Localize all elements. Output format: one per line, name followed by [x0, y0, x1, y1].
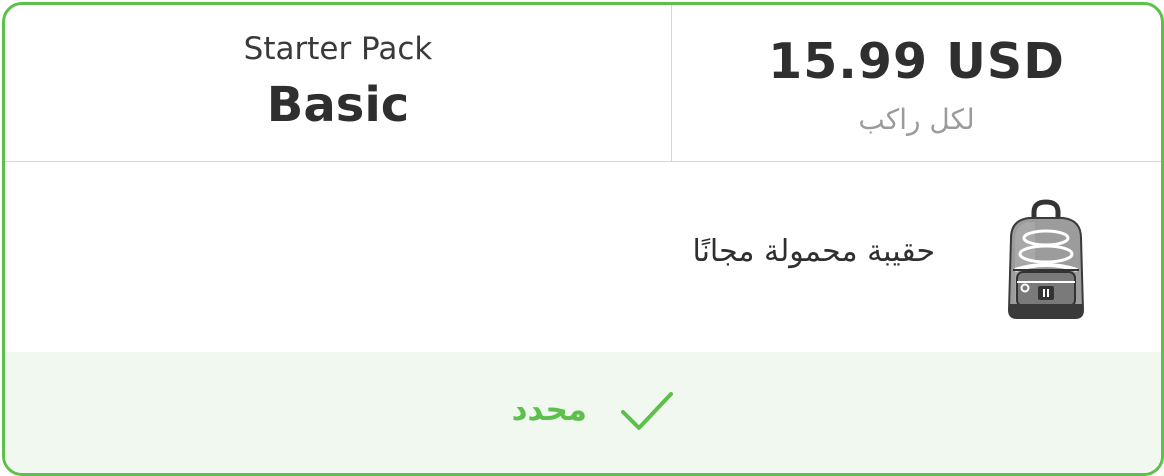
checkmark-icon — [619, 390, 675, 434]
plan-subtitle: Starter Pack — [243, 31, 433, 67]
selection-footer[interactable]: محدد — [5, 352, 1161, 473]
feature-row: حقيبة محمولة مجانًا — [5, 162, 1161, 352]
selected-label: محدد — [511, 392, 587, 428]
price-info: 15.99 USD لكل راكب — [671, 5, 1161, 161]
plan-info: Starter Pack Basic — [5, 5, 671, 161]
fare-header: Starter Pack Basic 15.99 USD لكل راكب — [5, 5, 1161, 162]
selected-indicator: محدد — [5, 352, 1161, 473]
feature-label: حقيبة محمولة مجانًا — [692, 234, 935, 269]
backpack-icon — [1001, 198, 1091, 322]
price-amount: 15.99 USD — [768, 33, 1065, 90]
plan-name: Basic — [266, 77, 410, 133]
fare-option-card[interactable]: Starter Pack Basic 15.99 USD لكل راكب حق… — [2, 2, 1164, 476]
price-per-passenger: لكل راكب — [858, 103, 975, 136]
